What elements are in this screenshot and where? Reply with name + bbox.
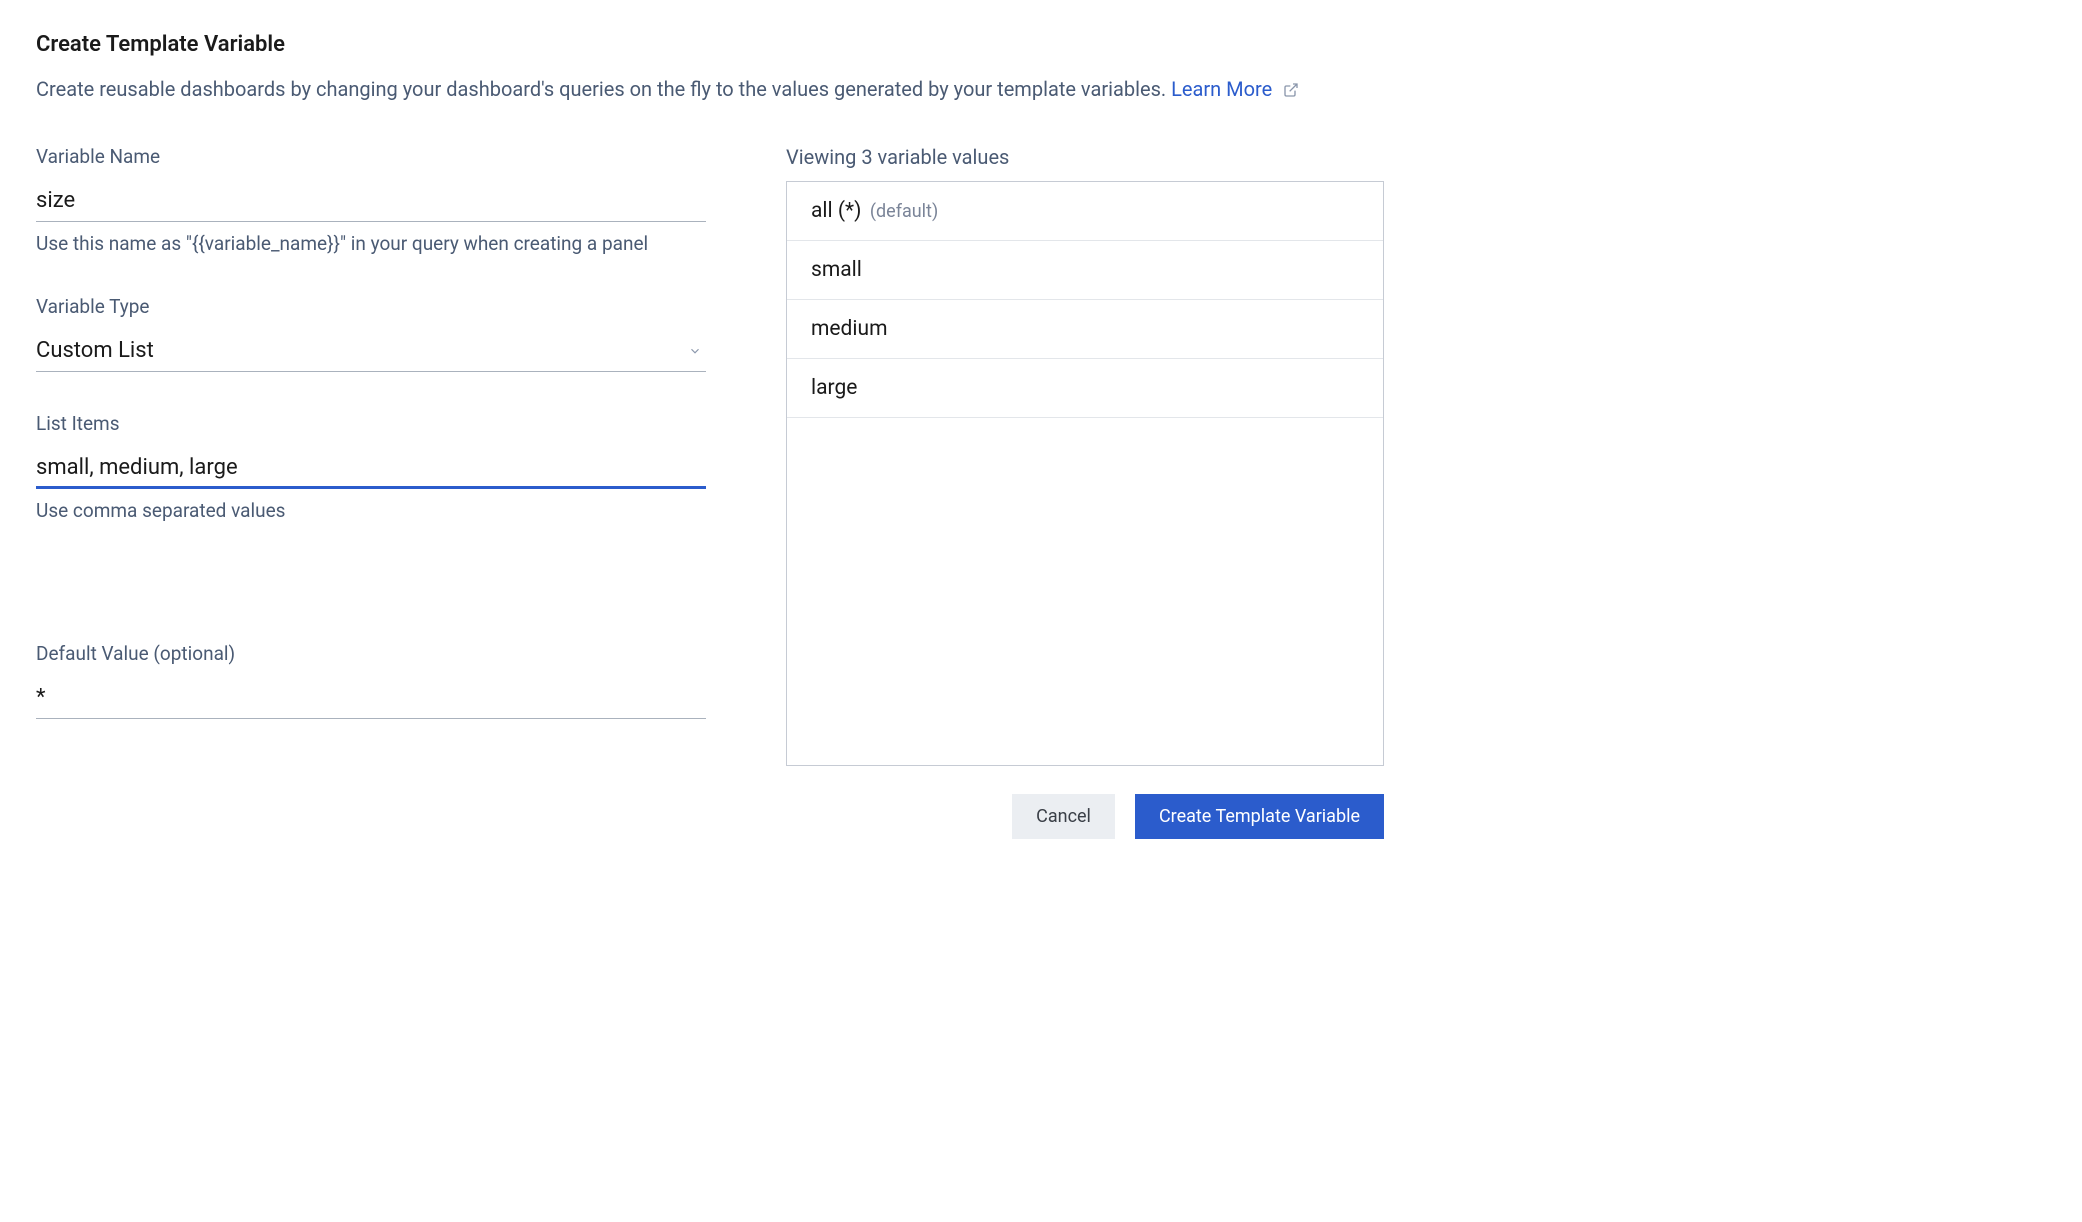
list-items-input[interactable]: [36, 449, 706, 490]
list-items-label: List Items: [36, 412, 706, 435]
preview-value-label: large: [811, 376, 857, 400]
preview-value-label: all (*): [811, 199, 861, 223]
cancel-button[interactable]: Cancel: [1012, 794, 1115, 839]
preview-value-item[interactable]: all (*) (default): [787, 182, 1383, 241]
default-value-label: Default Value (optional): [36, 642, 706, 665]
description-text: Create reusable dashboards by changing y…: [36, 77, 1171, 101]
preview-value-item[interactable]: large: [787, 359, 1383, 418]
external-link-icon: [1283, 77, 1299, 105]
preview-value-item[interactable]: medium: [787, 300, 1383, 359]
preview-value-label: medium: [811, 317, 888, 341]
learn-more-link[interactable]: Learn More: [1171, 77, 1272, 101]
preview-default-tag: (default): [865, 201, 938, 222]
preview-value-item[interactable]: small: [787, 241, 1383, 300]
default-value-input[interactable]: [36, 679, 706, 719]
variable-type-label: Variable Type: [36, 295, 706, 318]
variable-name-hint: Use this name as "{{variable_name}}" in …: [36, 232, 706, 255]
preview-value-label: small: [811, 258, 862, 282]
create-template-variable-button[interactable]: Create Template Variable: [1135, 794, 1384, 839]
page-description: Create reusable dashboards by changing y…: [36, 75, 1384, 105]
preview-values-list: all (*) (default) small medium large: [786, 181, 1384, 766]
preview-heading: Viewing 3 variable values: [786, 145, 1384, 169]
list-items-hint: Use comma separated values: [36, 499, 706, 522]
variable-name-label: Variable Name: [36, 145, 706, 168]
variable-name-input[interactable]: [36, 182, 706, 222]
variable-type-select[interactable]: Custom List: [36, 332, 706, 372]
page-title: Create Template Variable: [36, 32, 1384, 57]
